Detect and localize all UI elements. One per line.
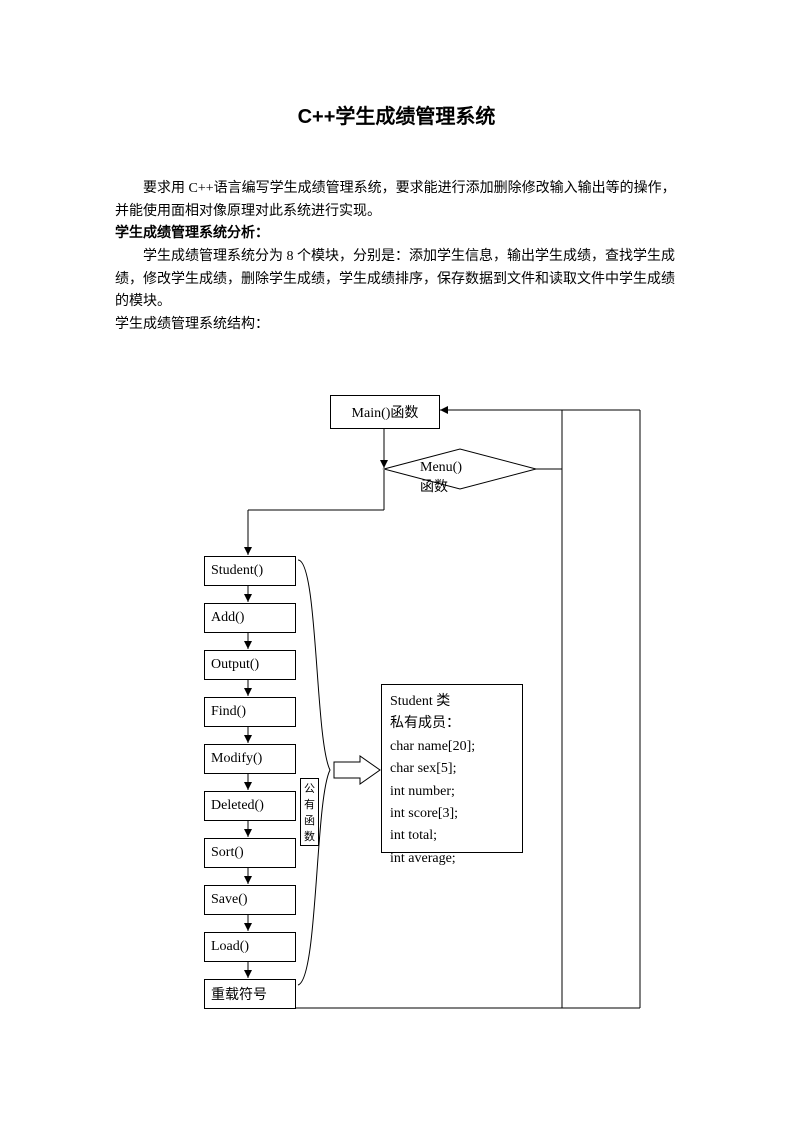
class-box: Student 类 私有成员： char name[20]; char sex[… [381,684,523,853]
func-label: Deleted() [211,798,264,814]
class-title: Student 类 [390,694,450,709]
func-label: Output() [211,657,259,673]
func-modify: Modify() [204,744,296,774]
func-label: Sort() [211,845,244,861]
func-save: Save() [204,885,296,915]
class-member: int average; [390,851,456,866]
intro-p3: 学生成绩管理系统结构： [115,317,269,332]
class-subtitle: 私有成员： [390,716,460,731]
func-find: Find() [204,697,296,727]
class-member: char name[20]; [390,739,475,754]
func-label: Save() [211,892,248,908]
func-label: Load() [211,939,249,955]
func-student: Student() [204,556,296,586]
intro-block: 要求用 C++语言编写学生成绩管理系统，要求能进行添加删除修改输入输出等的操作，… [115,178,680,337]
func-output: Output() [204,650,296,680]
page-title: C++学生成绩管理系统 [0,100,793,129]
class-member: int score[3]; [390,806,458,821]
func-sort: Sort() [204,838,296,868]
func-label: 重载符号 [211,984,267,1004]
intro-p2: 学生成绩管理系统分为 8 个模块，分别是：添加学生信息，输出学生成绩，查找学生成… [115,246,680,314]
func-add: Add() [204,603,296,633]
class-member: int total; [390,828,437,843]
func-label: Student() [211,563,263,579]
intro-heading: 学生成绩管理系统分析： [115,226,269,241]
func-load: Load() [204,932,296,962]
intro-p1: 要求用 C++语言编写学生成绩管理系统，要求能进行添加删除修改输入输出等的操作，… [115,178,680,223]
func-label: Add() [211,610,244,626]
func-deleted: Deleted() [204,791,296,821]
func-label: Find() [211,704,246,720]
main-box: Main()函数 [330,395,440,429]
func-overload: 重载符号 [204,979,296,1009]
menu-label: Menu()函数 [420,460,462,496]
class-member: int number; [390,784,455,799]
func-label: Modify() [211,751,262,767]
main-label: Main()函数 [352,402,419,422]
diagram-lines [0,0,793,1122]
class-member: char sex[5]; [390,761,456,776]
arrow-label: 公有函数 [300,778,319,846]
